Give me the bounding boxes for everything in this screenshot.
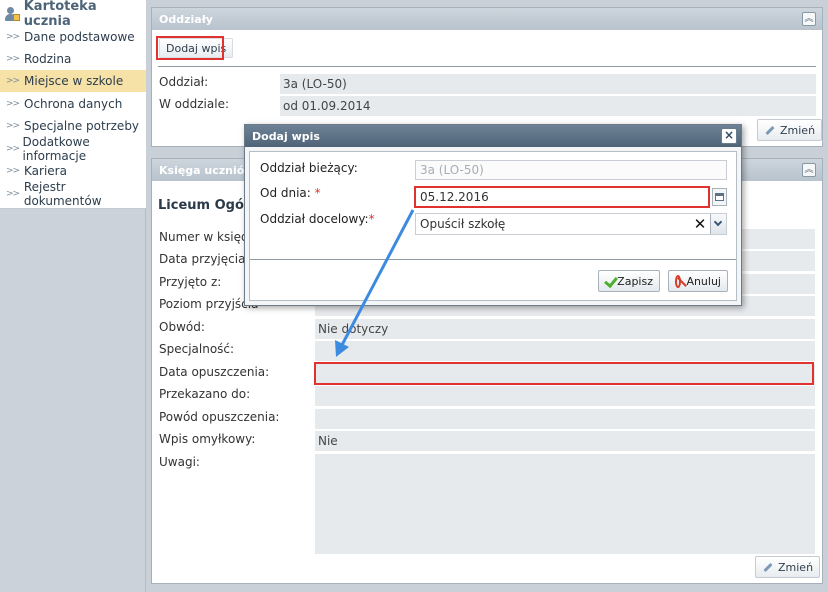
arrow-line [340, 209, 415, 346]
annotation-arrow [335, 209, 415, 357]
